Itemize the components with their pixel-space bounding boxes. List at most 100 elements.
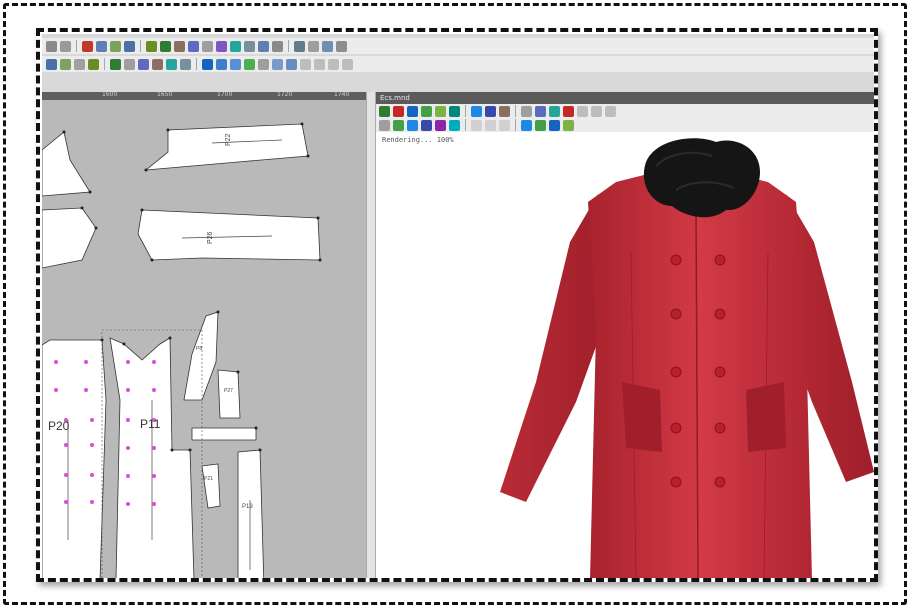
view-back-icon[interactable] [407,119,418,131]
camera-icon[interactable] [286,58,297,70]
pattern-piece-p20[interactable] [42,339,107,580]
coat-button [714,308,726,320]
rotate-view-icon[interactable] [549,105,560,117]
text-icon[interactable] [294,40,305,52]
coat-right-pocket [746,382,786,452]
paste-icon[interactable] [110,40,121,52]
align-icon[interactable] [202,40,213,52]
view-3d-icon[interactable] [216,58,227,70]
piece-label-p20: P20 [48,419,70,433]
shaded-icon[interactable] [449,119,460,131]
ruler-tick-label: 1600 [102,92,118,98]
render-icon[interactable] [407,105,418,117]
pattern-piece-partial[interactable] [42,131,91,197]
down-arrow-icon[interactable] [435,105,446,117]
notch-icon[interactable] [138,58,149,70]
pattern-piece-p26[interactable] [137,209,321,261]
settings-icon[interactable] [605,105,616,117]
drill-icon[interactable] [180,58,191,70]
simulate-icon[interactable] [230,58,241,70]
camera-icon[interactable] [471,105,482,117]
pattern-piece-partial[interactable] [42,207,97,269]
coat-left-pocket [622,382,662,452]
mirror-icon[interactable] [216,40,227,52]
view-side-icon[interactable] [393,119,404,131]
pattern-piece-p8[interactable] [183,311,219,401]
page-icon[interactable] [300,58,311,70]
coat-body [588,172,812,578]
seam-icon[interactable] [124,58,135,70]
grid-icon[interactable] [188,40,199,52]
ruler-tick-label: 1720 [277,92,293,98]
disabled-tool-icon[interactable] [471,119,482,131]
pane-splitter[interactable] [366,92,376,578]
rotate-icon[interactable] [230,40,241,52]
settings-icon[interactable] [342,58,353,70]
layers-icon[interactable] [258,40,269,52]
scissors-icon[interactable] [244,40,255,52]
cad-application-window: 1600 1650 1700 1720 1740 P20 P11 P22 P26… [42,34,874,580]
render-window-title: Ecs.mnd [376,92,874,104]
pattern-canvas[interactable]: P20 P11 P22 P26 P8 P27 P21 P19 [42,100,366,580]
pen-tool-icon[interactable] [160,40,171,52]
render-toolbar-1 [376,104,874,118]
copy-piece-icon[interactable] [74,58,85,70]
measure-icon[interactable] [174,40,185,52]
save-icon[interactable] [46,58,57,70]
refresh-icon[interactable] [110,58,121,70]
stop-icon[interactable] [393,105,404,117]
image-icon[interactable] [577,105,588,117]
environment-icon[interactable] [563,119,574,131]
undo-icon[interactable] [46,40,57,52]
disabled-tool-icon[interactable] [499,119,510,131]
pan-icon[interactable] [535,105,546,117]
pattern-piece-belt[interactable] [191,427,257,441]
avatar-icon[interactable] [549,119,560,131]
texture-icon[interactable] [521,119,532,131]
print-icon[interactable] [308,40,319,52]
material-icon[interactable] [499,105,510,117]
close-icon[interactable] [563,105,574,117]
pattern-piece-p21[interactable] [201,463,221,509]
pattern-editor-pane[interactable]: 1600 1650 1700 1720 1740 P20 P11 P22 P26… [42,92,366,580]
import-icon[interactable] [336,40,347,52]
fabric-icon[interactable] [535,119,546,131]
redo-icon[interactable] [60,40,71,52]
wireframe-icon[interactable] [435,119,446,131]
view-front-icon[interactable] [379,119,390,131]
pattern-piece-p22[interactable] [144,123,309,171]
piece-label-p27: P27 [224,388,233,394]
page-copy-icon[interactable] [314,58,325,70]
export-image-icon[interactable] [591,105,602,117]
render-icon[interactable] [202,58,213,70]
play-icon[interactable] [379,105,390,117]
new-piece-icon[interactable] [60,58,71,70]
pattern-piece-p19[interactable] [237,449,265,580]
pattern-piece-p27[interactable] [217,369,241,419]
help-icon[interactable] [124,40,135,52]
zoom-icon[interactable] [521,105,532,117]
grade-icon[interactable] [88,58,99,70]
page-list-icon[interactable] [328,58,339,70]
coat-button [670,366,682,378]
zoom-icon[interactable] [272,40,283,52]
coat-button [714,254,726,266]
cut-icon[interactable] [82,40,93,52]
view-top-icon[interactable] [421,119,432,131]
dart-icon[interactable] [152,58,163,70]
texture-icon[interactable] [272,58,283,70]
disabled-tool-icon[interactable] [485,119,496,131]
ruler-tick-label: 1650 [157,92,173,98]
copy-icon[interactable] [96,40,107,52]
forward-icon[interactable] [449,105,460,117]
toolbar-separator [76,40,77,52]
refresh-icon[interactable] [421,105,432,117]
piece-label-p19: P19 [242,504,253,510]
fabric-icon[interactable] [244,58,255,70]
export-icon[interactable] [322,40,333,52]
light-icon[interactable] [485,105,496,117]
pleat-icon[interactable] [166,58,177,70]
horizontal-ruler: 1600 1650 1700 1720 1740 [42,92,366,100]
line-tool-icon[interactable] [146,40,157,52]
avatar-icon[interactable] [258,58,269,70]
